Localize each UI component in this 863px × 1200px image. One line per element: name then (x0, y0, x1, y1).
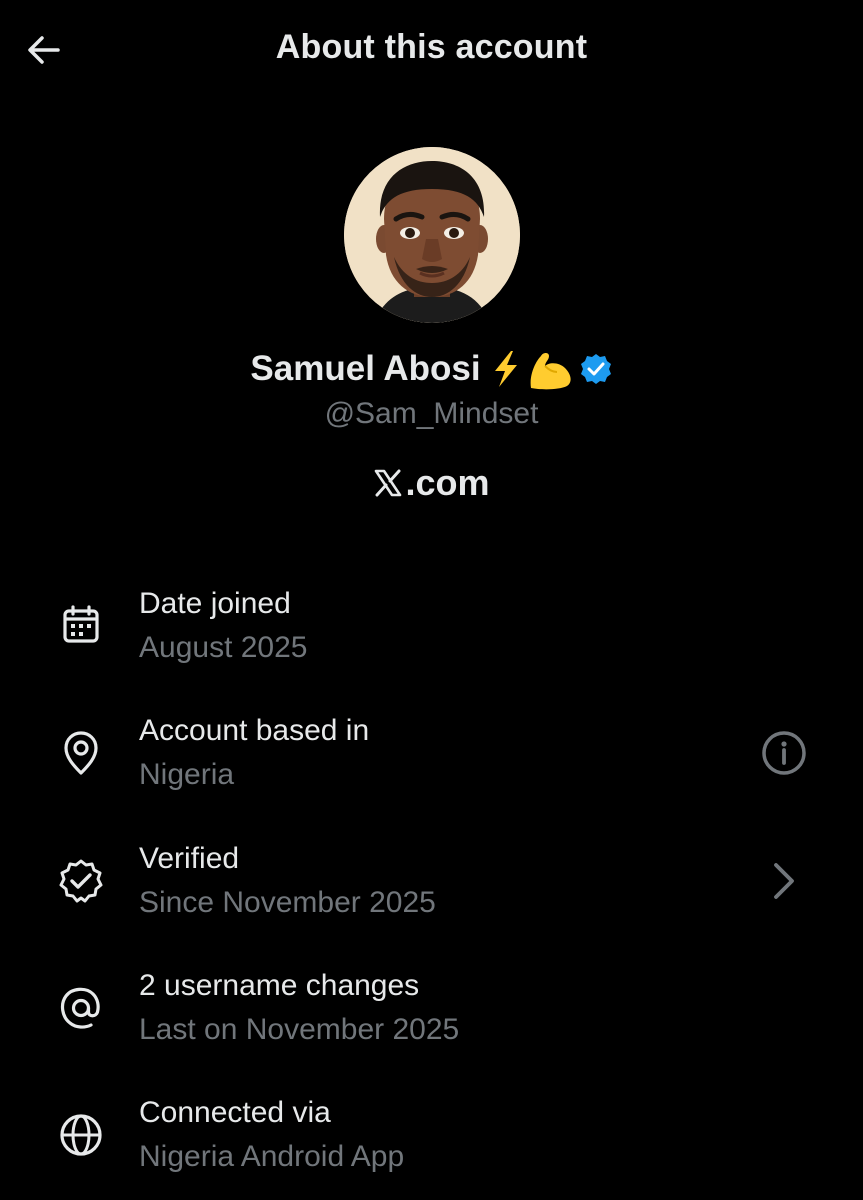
globe-icon (56, 1110, 106, 1160)
row-subtitle: Nigeria (139, 758, 235, 791)
row-subtitle: Nigeria Android App (139, 1140, 405, 1173)
avatar-image (344, 147, 520, 323)
x-logo-icon (375, 469, 402, 497)
profile-name-row: Samuel Abosi (0, 348, 863, 390)
chevron-right-icon (759, 856, 809, 906)
calendar-icon (56, 600, 106, 650)
avatar[interactable] (344, 147, 520, 323)
row-title: Connected via (139, 1096, 331, 1129)
at-sign-icon (56, 983, 106, 1033)
info-button[interactable] (759, 728, 809, 778)
verified-badge-blue-icon (580, 354, 611, 384)
display-name: Samuel Abosi (250, 349, 481, 388)
detail-row-date-joined: Date joined August 2025 (0, 585, 863, 685)
flexed-biceps-icon (530, 353, 571, 390)
row-title: Date joined (139, 587, 291, 620)
row-subtitle: Since November 2025 (139, 886, 436, 919)
location-pin-icon (56, 728, 106, 778)
detail-row-account-location: Account based in Nigeria (0, 712, 863, 812)
name-emojis (489, 348, 613, 390)
detail-row-verified[interactable]: Verified Since November 2025 (0, 840, 863, 940)
detail-row-username-changes: 2 username changes Last on November 2025 (0, 967, 863, 1067)
row-title: Account based in (139, 714, 370, 747)
user-handle: @Sam_Mindset (324, 397, 539, 430)
lightning-icon (494, 351, 517, 387)
verified-badge-icon (56, 856, 106, 906)
row-title: 2 username changes (139, 969, 420, 1002)
row-subtitle: Last on November 2025 (139, 1013, 460, 1046)
detail-row-connected-via: Connected via Nigeria Android App (0, 1094, 863, 1194)
info-icon (762, 731, 806, 775)
site-label: .com (0, 462, 863, 504)
top-bar: About this account (0, 0, 863, 100)
site-domain-suffix: .com (405, 462, 490, 503)
page-title: About this account (275, 28, 588, 66)
row-subtitle: August 2025 (139, 631, 308, 664)
row-title: Verified (139, 842, 240, 875)
